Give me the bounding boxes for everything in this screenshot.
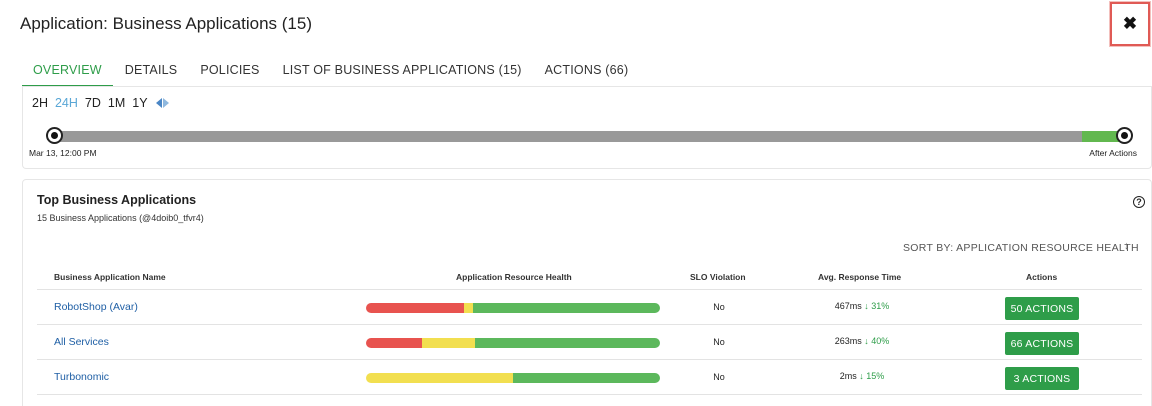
- health-yellow-segment: [366, 373, 513, 383]
- avg-response-time: 467ms ↓ 31%: [809, 301, 915, 311]
- column-header-health: Application Resource Health: [456, 272, 572, 282]
- health-red-segment: [366, 338, 422, 348]
- page-title: Application: Business Applications (15): [20, 14, 312, 33]
- range-2h[interactable]: 2H: [32, 96, 48, 110]
- response-value: 263ms: [834, 336, 862, 346]
- actions-button[interactable]: 66 ACTIONS: [1005, 332, 1079, 355]
- sort-direction-icon[interactable]: ↓: [1124, 240, 1130, 252]
- avg-response-time: 263ms ↓ 40%: [809, 336, 915, 346]
- app-name-link[interactable]: Turbonomic: [54, 371, 109, 383]
- arrow-right-icon[interactable]: [162, 98, 169, 108]
- slo-violation: No: [713, 372, 725, 382]
- actions-button[interactable]: 50 ACTIONS: [1005, 297, 1079, 320]
- table-row: RobotShop (Avar) No 467ms ↓ 31% 50 ACTIO…: [23, 290, 1152, 325]
- column-header-response: Avg. Response Time: [818, 272, 902, 282]
- timeline-start-label: Mar 13, 12:00 PM: [29, 148, 97, 158]
- table-row: Turbonomic No 2ms ↓ 15% 3 ACTIONS: [23, 360, 1152, 395]
- arrow-down-icon: ↓: [864, 301, 869, 311]
- health-yellow-segment: [421, 338, 475, 348]
- health-green-segment: [513, 373, 660, 383]
- tab-actions[interactable]: ACTIONS (66): [534, 54, 640, 87]
- tab-overview[interactable]: OVERVIEW: [22, 54, 113, 87]
- arrow-left-icon[interactable]: [155, 98, 162, 108]
- help-icon[interactable]: ?: [1133, 196, 1145, 208]
- health-green-segment: [474, 338, 660, 348]
- column-header-slo: SLO Violation: [690, 272, 746, 282]
- response-change: 15%: [866, 371, 885, 381]
- time-range-selector: 2H 24H 7D 1M 1Y: [32, 96, 169, 110]
- response-value: 2ms: [839, 371, 857, 381]
- health-bar: [366, 373, 660, 383]
- tab-details[interactable]: DETAILS: [114, 54, 189, 87]
- timeline-end-handle[interactable]: [1116, 127, 1133, 144]
- response-change: 40%: [871, 336, 890, 346]
- health-yellow-segment: [464, 303, 474, 313]
- avg-response-time: 2ms ↓ 15%: [809, 371, 915, 381]
- tab-list-business-applications[interactable]: LIST OF BUSINESS APPLICATIONS (15): [272, 54, 533, 87]
- timeline-end-label: After Actions: [1089, 148, 1137, 158]
- range-scroll-arrows-icon[interactable]: [155, 98, 169, 108]
- arrow-down-icon: ↓: [859, 371, 864, 381]
- slo-violation: No: [713, 337, 725, 347]
- app-name-link[interactable]: RobotShop (Avar): [54, 301, 138, 313]
- row-divider: [37, 394, 1142, 395]
- health-bar: [366, 338, 660, 348]
- response-value: 467ms: [834, 301, 862, 311]
- card-subtitle: 15 Business Applications (@4doib0_tfvr4): [37, 213, 204, 223]
- slo-violation: No: [713, 302, 725, 312]
- range-24h[interactable]: 24H: [55, 96, 78, 110]
- tab-bar: OVERVIEW DETAILS POLICIES LIST OF BUSINE…: [22, 54, 640, 87]
- table-row: All Services No 263ms ↓ 40% 66 ACTIONS: [23, 325, 1152, 360]
- top-business-applications-card: Top Business Applications 15 Business Ap…: [22, 179, 1152, 406]
- card-title: Top Business Applications: [37, 193, 197, 207]
- column-header-actions: Actions: [1026, 272, 1058, 282]
- health-bar: [366, 303, 660, 313]
- response-change: 31%: [871, 301, 890, 311]
- sort-by-label[interactable]: SORT BY: APPLICATION RESOURCE HEALTH: [903, 242, 1139, 254]
- column-header-name: Business Application Name: [54, 272, 166, 282]
- range-1m[interactable]: 1M: [108, 96, 125, 110]
- app-name-link[interactable]: All Services: [54, 336, 109, 348]
- range-1y[interactable]: 1Y: [132, 96, 147, 110]
- health-green-segment: [473, 303, 660, 313]
- timeline-start-handle[interactable]: [46, 127, 63, 144]
- timeline-track[interactable]: [53, 131, 1124, 142]
- arrow-down-icon: ↓: [864, 336, 869, 346]
- close-button[interactable]: ✖: [1110, 2, 1150, 46]
- timeline-panel: 2H 24H 7D 1M 1Y Mar 13, 12:00 PM After A…: [22, 87, 1152, 169]
- range-7d[interactable]: 7D: [85, 96, 101, 110]
- actions-button[interactable]: 3 ACTIONS: [1005, 367, 1079, 390]
- close-icon[interactable]: ✖: [1123, 14, 1137, 34]
- health-red-segment: [366, 303, 465, 313]
- tab-policies[interactable]: POLICIES: [189, 54, 270, 87]
